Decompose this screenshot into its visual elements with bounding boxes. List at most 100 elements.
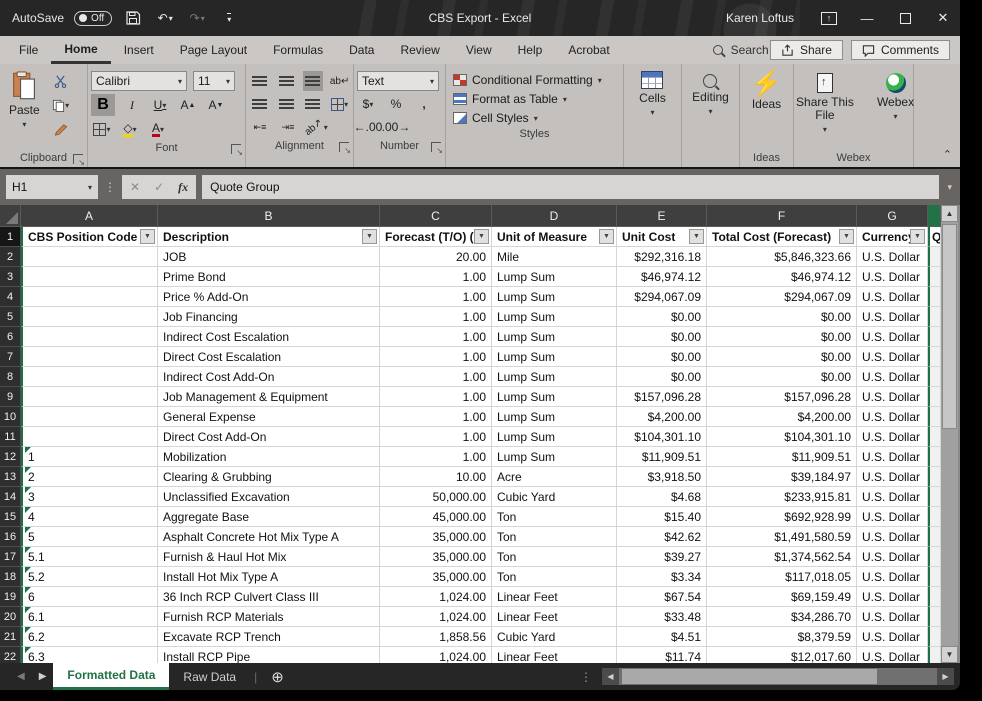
cell-unit-of-measure[interactable]: Cubic Yard (492, 627, 617, 647)
cell-h-column[interactable] (928, 367, 941, 387)
cell-forecast[interactable]: 1,024.00 (380, 647, 492, 663)
cell-code[interactable] (21, 247, 158, 267)
column-header-A[interactable]: A (21, 205, 158, 227)
tab-review[interactable]: Review (387, 36, 452, 64)
alignment-dialog-launcher[interactable] (339, 142, 349, 152)
cell-h-column[interactable] (928, 587, 941, 607)
cell-currency[interactable]: U.S. Dollar (857, 347, 928, 367)
formula-input[interactable]: Quote Group (202, 175, 939, 199)
cell-description[interactable]: Install Hot Mix Type A (158, 567, 380, 587)
cell-unit-cost[interactable]: $11.74 (617, 647, 707, 663)
copy-button[interactable]: ▾ (50, 95, 72, 115)
cell-total-cost[interactable]: $294,067.09 (707, 287, 857, 307)
tab-acrobat[interactable]: Acrobat (555, 36, 622, 64)
align-top-button[interactable] (249, 71, 270, 91)
cell-code[interactable] (21, 347, 158, 367)
search-box[interactable]: Search (713, 43, 769, 57)
sheet-nav-left-icon[interactable]: ◀ (10, 671, 32, 682)
cell-currency[interactable]: U.S. Dollar (857, 587, 928, 607)
wrap-text-button[interactable]: ab↵ (329, 71, 350, 91)
cell-unit-cost[interactable]: $104,301.10 (617, 427, 707, 447)
cell-unit-of-measure[interactable]: Lump Sum (492, 327, 617, 347)
cell-currency[interactable]: U.S. Dollar (857, 647, 928, 663)
tab-splitter-handle[interactable]: ⋮ (570, 670, 602, 684)
paste-dropdown-icon[interactable]: ▾ (22, 120, 26, 129)
cell-currency[interactable]: U.S. Dollar (857, 547, 928, 567)
cell-currency[interactable]: U.S. Dollar (857, 447, 928, 467)
cell-forecast[interactable]: 50,000.00 (380, 487, 492, 507)
column-header-F[interactable]: F (707, 205, 857, 227)
fill-color-button[interactable]: ◇▾ (119, 119, 141, 139)
cell-description[interactable]: Unclassified Excavation (158, 487, 380, 507)
row-header-7[interactable]: 7 (0, 347, 21, 367)
editing-button[interactable]: Editing ▾ (686, 67, 735, 149)
cell-description[interactable]: JOB (158, 247, 380, 267)
cell-currency[interactable]: U.S. Dollar (857, 407, 928, 427)
minimize-button[interactable]: — (850, 3, 884, 33)
row-header-4[interactable]: 4 (0, 287, 21, 307)
cell-total-cost[interactable]: $4,200.00 (707, 407, 857, 427)
redo-button[interactable]: ↷▾ (186, 6, 208, 30)
filter-dropdown-icon[interactable]: ▼ (362, 229, 377, 244)
row-header-10[interactable]: 10 (0, 407, 21, 427)
cell-forecast[interactable]: 1.00 (380, 447, 492, 467)
align-bottom-button[interactable] (303, 71, 324, 91)
cell-unit-of-measure[interactable]: Lump Sum (492, 347, 617, 367)
maximize-button[interactable] (888, 3, 922, 33)
cell-unit-cost[interactable]: $3.34 (617, 567, 707, 587)
cell-description[interactable]: Furnish & Haul Hot Mix (158, 547, 380, 567)
format-painter-button[interactable] (50, 119, 72, 139)
cell-description[interactable]: Indirect Cost Escalation (158, 327, 380, 347)
cell-description[interactable]: General Expense (158, 407, 380, 427)
cell-h-column[interactable] (928, 447, 941, 467)
table-header-cell[interactable]: Forecast (T/O) (▼ (380, 227, 492, 247)
cell-unit-cost[interactable]: $67.54 (617, 587, 707, 607)
cell-total-cost[interactable]: $5,846,323.66 (707, 247, 857, 267)
cell-description[interactable]: Job Financing (158, 307, 380, 327)
align-center-button[interactable] (276, 94, 297, 114)
cell-unit-cost[interactable]: $0.00 (617, 347, 707, 367)
row-header-13[interactable]: 13 (0, 467, 21, 487)
filter-dropdown-icon[interactable]: ▼ (140, 229, 155, 244)
new-sheet-button[interactable]: ⊕ (261, 668, 294, 686)
cell-unit-of-measure[interactable]: Lump Sum (492, 447, 617, 467)
horizontal-scrollbar[interactable]: ◀ ▶ (602, 668, 954, 685)
row-header-3[interactable]: 3 (0, 267, 21, 287)
collapse-ribbon-icon[interactable]: ⌃ (943, 148, 952, 161)
row-header-5[interactable]: 5 (0, 307, 21, 327)
increase-decimal-button[interactable]: ←.00 (357, 117, 379, 137)
cell-total-cost[interactable]: $0.00 (707, 367, 857, 387)
insert-function-button[interactable]: fx (178, 180, 188, 195)
cell-unit-of-measure[interactable]: Ton (492, 547, 617, 567)
paste-button[interactable]: Paste ▾ (3, 67, 46, 149)
filter-dropdown-icon[interactable]: ▼ (599, 229, 614, 244)
undo-button[interactable]: ↶▾ (154, 6, 176, 30)
cell-unit-cost[interactable]: $292,316.18 (617, 247, 707, 267)
cell-currency[interactable]: U.S. Dollar (857, 507, 928, 527)
cell-forecast[interactable]: 1.00 (380, 307, 492, 327)
row-header-8[interactable]: 8 (0, 367, 21, 387)
cell-total-cost[interactable]: $8,379.59 (707, 627, 857, 647)
cell-unit-cost[interactable]: $0.00 (617, 367, 707, 387)
cell-forecast[interactable]: 10.00 (380, 467, 492, 487)
table-header-cell[interactable]: Currency▼ (857, 227, 928, 247)
filter-dropdown-icon[interactable]: ▼ (839, 229, 854, 244)
cell-currency[interactable]: U.S. Dollar (857, 327, 928, 347)
percent-style-button[interactable]: % (385, 94, 407, 114)
cell-description[interactable]: Asphalt Concrete Hot Mix Type A (158, 527, 380, 547)
cell-description[interactable]: Mobilization (158, 447, 380, 467)
cell-code[interactable]: 3 (21, 487, 158, 507)
cell-currency[interactable]: U.S. Dollar (857, 387, 928, 407)
sheet-tab-formatted-data[interactable]: Formatted Data (53, 663, 169, 690)
cell-forecast[interactable]: 35,000.00 (380, 547, 492, 567)
cell-code[interactable]: 4 (21, 507, 158, 527)
cell-currency[interactable]: U.S. Dollar (857, 267, 928, 287)
orientation-button[interactable]: ab↗▾ (305, 117, 327, 137)
cell-total-cost[interactable]: $692,928.99 (707, 507, 857, 527)
align-left-button[interactable] (249, 94, 270, 114)
cell-unit-of-measure[interactable]: Lump Sum (492, 307, 617, 327)
cell-description[interactable]: Excavate RCP Trench (158, 627, 380, 647)
cell-forecast[interactable]: 1.00 (380, 427, 492, 447)
cell-description[interactable]: Direct Cost Add-On (158, 427, 380, 447)
cell-h-column[interactable] (928, 307, 941, 327)
